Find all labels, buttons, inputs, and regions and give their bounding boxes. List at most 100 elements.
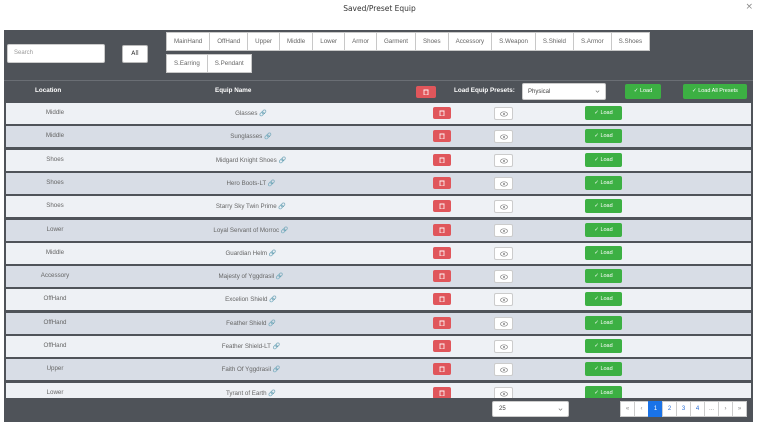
table-row: Accessory Majesty of Yggdrasil 🔗 ✓ Load [6, 266, 751, 288]
link-icon[interactable]: 🔗 [268, 180, 276, 187]
filter-tab-s-earring[interactable]: S.Earring [166, 54, 208, 73]
row-load-button[interactable]: ✓ Load [585, 245, 622, 260]
row-equip-name: Sunglasses 🔗 [136, 132, 366, 140]
row-view-button[interactable] [494, 223, 513, 237]
row-view-button[interactable] [494, 363, 513, 377]
filter-tab-s-pendant[interactable]: S.Pendant [206, 54, 252, 73]
row-load-button[interactable]: ✓ Load [585, 199, 622, 214]
row-load-button[interactable]: ✓ Load [585, 129, 622, 144]
row-load-button[interactable]: ✓ Load [585, 175, 622, 190]
row-equip-name-text: Midgard Knight Shoes [215, 156, 277, 164]
next-page-button[interactable]: › [718, 401, 733, 417]
filter-tab-s-shield[interactable]: S.Shield [534, 32, 574, 51]
row-view-button[interactable] [494, 270, 513, 284]
link-icon[interactable]: 🔗 [259, 110, 267, 117]
row-load-label: Load [600, 389, 613, 396]
prev-page-button[interactable]: ‹ [634, 401, 649, 417]
link-icon[interactable]: 🔗 [269, 250, 277, 257]
row-view-button[interactable] [494, 107, 513, 120]
row-load-button[interactable]: ✓ Load [585, 292, 622, 307]
filter-tab-s-armor[interactable]: S.Armor [572, 32, 612, 51]
row-view-button[interactable] [494, 246, 513, 260]
filter-tab-accessory[interactable]: Accessory [447, 32, 493, 51]
link-icon[interactable]: 🔗 [264, 133, 272, 140]
row-view-button[interactable] [494, 293, 513, 307]
eye-icon [500, 204, 508, 210]
row-view-button[interactable] [494, 386, 513, 398]
row-equip-name-text: Tyrant of Earth [225, 389, 267, 397]
row-equip-name: Tyrant of Earth 🔗 [136, 389, 366, 397]
row-delete-button[interactable] [433, 270, 451, 283]
filter-tab-upper[interactable]: Upper [247, 32, 281, 51]
page-size-select[interactable]: 25 [492, 401, 569, 417]
chevron-down-icon [558, 408, 563, 411]
page-button-1[interactable]: 1 [648, 401, 663, 417]
filter-tab-middle[interactable]: Middle [279, 32, 314, 51]
filter-tab-s-weapon[interactable]: S.Weapon [491, 32, 536, 51]
row-delete-button[interactable] [433, 176, 451, 189]
row-load-button[interactable]: ✓ Load [585, 152, 622, 167]
row-view-button[interactable] [494, 200, 513, 214]
row-delete-button[interactable] [433, 340, 451, 352]
link-icon[interactable]: 🔗 [273, 366, 281, 373]
row-load-button[interactable]: ✓ Load [585, 269, 622, 284]
row-delete-button[interactable] [433, 293, 451, 306]
row-location: Middle [45, 109, 65, 116]
load-preset-button[interactable]: ✓ Load [625, 84, 661, 99]
filter-tab-mainhand[interactable]: MainHand [166, 32, 211, 51]
row-load-button[interactable]: ✓ Load [585, 362, 622, 377]
link-icon[interactable]: 🔗 [278, 157, 286, 164]
row-view-button[interactable] [494, 316, 513, 330]
eye-icon [500, 391, 508, 397]
preset-equip-modal: Saved/Preset Equip × Search All MainHand… [0, 0, 759, 426]
row-view-button[interactable] [494, 130, 513, 144]
filter-all-button[interactable]: All [122, 45, 148, 63]
row-equip-name: Midgard Knight Shoes 🔗 [136, 156, 366, 164]
filter-tab-shoes[interactable]: Shoes [415, 32, 449, 51]
page-button-2[interactable]: 2 [662, 401, 677, 417]
load-all-presets-button[interactable]: ✓ Load All Presets [683, 84, 747, 99]
close-icon[interactable]: × [745, 2, 753, 12]
filter-tab-lower[interactable]: Lower [312, 32, 346, 51]
eye-icon [500, 251, 508, 257]
filter-tab-s-shoes[interactable]: S.Shoes [610, 32, 651, 51]
link-icon[interactable]: 🔗 [269, 296, 277, 303]
filter-tab-offhand[interactable]: OffHand [209, 32, 249, 51]
filter-tab-garment[interactable]: Garment [375, 32, 417, 51]
link-icon[interactable]: 🔗 [268, 390, 276, 397]
first-page-button[interactable]: « [620, 401, 635, 417]
page-button-3[interactable]: 3 [676, 401, 691, 417]
link-icon[interactable]: 🔗 [281, 227, 289, 234]
row-load-button[interactable]: ✓ Load [585, 339, 622, 353]
preset-select[interactable]: Physical [522, 83, 606, 100]
row-view-button[interactable] [494, 340, 513, 353]
row-delete-button[interactable] [433, 130, 451, 143]
row-delete-button[interactable] [433, 223, 451, 236]
search-input[interactable]: Search [7, 44, 105, 63]
row-load-button[interactable]: ✓ Load [585, 222, 622, 237]
filter-tab-armor[interactable]: Armor [344, 32, 377, 51]
last-page-button[interactable]: » [732, 401, 747, 417]
link-icon[interactable]: 🔗 [272, 343, 280, 350]
row-view-button[interactable] [494, 153, 513, 167]
row-delete-button[interactable] [433, 316, 451, 329]
row-delete-button[interactable] [433, 200, 451, 213]
row-delete-button[interactable] [433, 153, 451, 166]
row-view-button[interactable] [494, 176, 513, 190]
row-load-button[interactable]: ✓ Load [585, 106, 622, 120]
eye-icon [500, 158, 508, 164]
row-delete-button[interactable] [433, 246, 451, 259]
delete-all-button[interactable] [416, 86, 436, 98]
link-icon[interactable]: 🔗 [276, 273, 284, 280]
row-delete-button[interactable] [433, 107, 451, 119]
link-icon[interactable]: 🔗 [278, 203, 286, 210]
row-delete-button[interactable] [433, 363, 451, 376]
row-load-button[interactable]: ✓ Load [585, 385, 622, 398]
row-location: Shoes [46, 178, 64, 186]
row-load-button[interactable]: ✓ Load [585, 315, 622, 330]
page-button-4[interactable]: 4 [690, 401, 705, 417]
row-delete-button[interactable] [433, 386, 451, 398]
link-icon[interactable]: 🔗 [268, 320, 276, 327]
row-load-label: Load [600, 273, 613, 280]
eye-icon [500, 297, 508, 303]
